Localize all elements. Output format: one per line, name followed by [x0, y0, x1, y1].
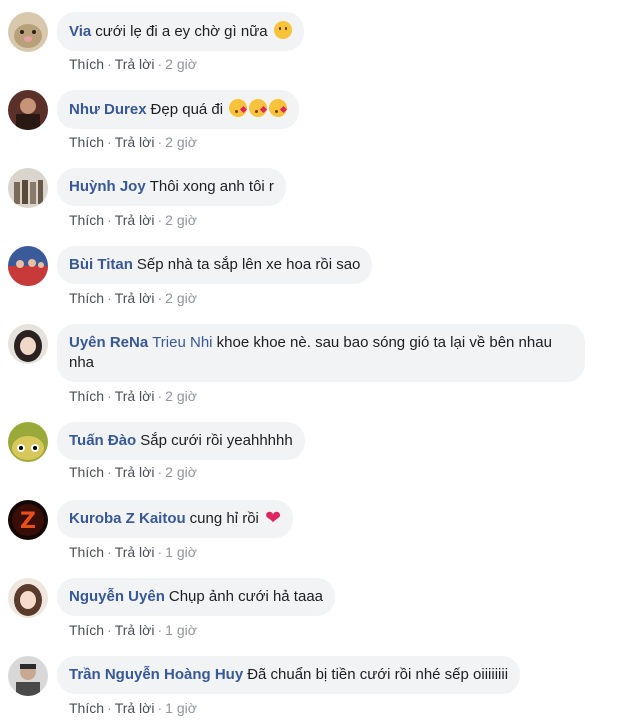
comment-text: Sếp nhà ta sắp lên xe hoa rồi sao [136, 256, 361, 273]
reply-link[interactable]: Trả lời [115, 700, 155, 716]
separator: · [157, 290, 163, 306]
comment-author[interactable]: Uyên ReNa [69, 334, 148, 351]
separator: · [107, 544, 112, 560]
comment-text: Sắp cưới rồi yeahhhhh [140, 432, 293, 449]
comment-bubble: Kuroba Z Kaitou cung hỉ rồi ❤ [57, 500, 293, 538]
svg-text:Z: Z [20, 509, 36, 534]
timestamp-link[interactable]: 2 giờ [165, 212, 197, 228]
comment-actions: Thích · Trả lời · 2 giờ [69, 290, 197, 306]
comment-actions: Thích · Trả lời · 1 giờ [69, 544, 197, 560]
comment-bubble: Nguyễn Uyên Chụp ảnh cưới hả taaa [57, 578, 336, 616]
separator: · [157, 56, 163, 72]
separator: · [107, 622, 112, 638]
avatar[interactable] [8, 656, 48, 696]
separator: · [107, 700, 112, 716]
comment-text: cưới lẹ đi a ey chờ gì nữa [95, 23, 268, 40]
comment-author[interactable]: Nguyễn Uyên [69, 588, 165, 605]
separator: · [107, 464, 112, 480]
comment-author[interactable]: Kuroba Z Kaitou [69, 510, 186, 527]
separator: · [157, 544, 163, 560]
separator: · [107, 212, 112, 228]
timestamp-link[interactable]: 2 giờ [165, 290, 197, 306]
like-link[interactable]: Thích [69, 700, 104, 716]
like-link[interactable]: Thích [69, 464, 104, 480]
separator: · [157, 388, 163, 404]
separator: · [157, 134, 163, 150]
separator: · [107, 134, 112, 150]
timestamp-link[interactable]: 2 giờ [165, 56, 197, 72]
comment-actions: Thích · Trả lời · 2 giờ [69, 56, 197, 72]
kissing-face-emoji-icon [269, 99, 288, 117]
timestamp-link[interactable]: 1 giờ [165, 544, 197, 560]
comment-text: Thôi xong anh tôi r [149, 178, 274, 195]
comment-bubble: Tuấn Đào Sắp cưới rồi yeahhhhh [57, 422, 305, 460]
reply-link[interactable]: Trả lời [115, 56, 155, 72]
comment-text: Đẹp quá đi [150, 101, 224, 118]
like-link[interactable]: Thích [69, 134, 104, 150]
separator: · [107, 290, 112, 306]
comment-author[interactable]: Như Durex [69, 101, 147, 118]
like-link[interactable]: Thích [69, 388, 104, 404]
timestamp-link[interactable]: 2 giờ [165, 388, 197, 404]
reply-link[interactable]: Trả lời [115, 622, 155, 638]
comment-author[interactable]: Bùi Titan [69, 256, 133, 273]
comment-bubble: Trần Nguyễn Hoàng Huy Đã chuẩn bị tiền cư… [57, 656, 521, 694]
mention-link[interactable]: Trieu Nhi [152, 334, 212, 351]
reply-link[interactable]: Trả lời [115, 464, 155, 480]
separator: · [107, 388, 112, 404]
like-link[interactable]: Thích [69, 212, 104, 228]
comment-text: Chụp ảnh cưới hả taaa [168, 588, 324, 605]
separator: · [157, 212, 163, 228]
sad-face-emoji-icon [273, 21, 292, 39]
comment-actions: Thích · Trả lời · 2 giờ [69, 388, 197, 404]
comment-actions: Thích · Trả lời · 2 giờ [69, 134, 197, 150]
avatar[interactable] [8, 578, 48, 618]
separator: · [157, 464, 163, 480]
comment-bubble: Như Durex Đẹp quá đi [57, 90, 300, 129]
like-link[interactable]: Thích [69, 544, 104, 560]
comment-bubble: Huỳnh Joy Thôi xong anh tôi r [57, 168, 286, 206]
timestamp-link[interactable]: 2 giờ [165, 134, 197, 150]
timestamp-link[interactable]: 2 giờ [165, 464, 197, 480]
timestamp-link[interactable]: 1 giờ [165, 700, 197, 716]
separator: · [157, 622, 163, 638]
comment-author[interactable]: Huỳnh Joy [69, 178, 146, 195]
comment-actions: Thích · Trả lời · 1 giờ [69, 700, 197, 716]
comment-bubble: Via cưới lẹ đi a ey chờ gì nữa [57, 12, 304, 51]
comment-author[interactable]: Via [69, 23, 91, 40]
like-link[interactable]: Thích [69, 56, 104, 72]
comment-author[interactable]: Trần Nguyễn Hoàng Huy [69, 666, 243, 683]
reply-link[interactable]: Trả lời [115, 212, 155, 228]
avatar[interactable] [8, 324, 48, 364]
avatar[interactable]: Z [8, 500, 48, 540]
like-link[interactable]: Thích [69, 622, 104, 638]
separator: · [107, 56, 112, 72]
reply-link[interactable]: Trả lời [115, 388, 155, 404]
like-link[interactable]: Thích [69, 290, 104, 306]
heart-icon: ❤ [265, 508, 281, 529]
avatar[interactable] [8, 12, 48, 52]
avatar[interactable] [8, 422, 48, 462]
separator: · [157, 700, 163, 716]
avatar[interactable] [8, 246, 48, 286]
comment-actions: Thích · Trả lời · 2 giờ [69, 464, 197, 480]
avatar[interactable] [8, 90, 48, 130]
comment-text: Đã chuẩn bị tiền cưới rồi nhé sếp oiiiii… [247, 666, 509, 683]
comment-actions: Thích · Trả lời · 1 giờ [69, 622, 197, 638]
comment-text: cung hỉ rồi [189, 510, 259, 527]
avatar[interactable] [8, 168, 48, 208]
reply-link[interactable]: Trả lời [115, 544, 155, 560]
timestamp-link[interactable]: 1 giờ [165, 622, 197, 638]
comment-author[interactable]: Tuấn Đào [69, 432, 136, 449]
reply-link[interactable]: Trả lời [115, 134, 155, 150]
kissing-face-emoji-icon [249, 99, 268, 117]
kissing-face-emoji-icon [229, 99, 248, 117]
reply-link[interactable]: Trả lời [115, 290, 155, 306]
comment-bubble: Uyên ReNa Trieu Nhi khoe khoe nè. sau bao… [57, 324, 585, 382]
comment-actions: Thích · Trả lời · 2 giờ [69, 212, 197, 228]
comment-bubble: Bùi Titan Sếp nhà ta sắp lên xe hoa rồi s… [57, 246, 373, 284]
